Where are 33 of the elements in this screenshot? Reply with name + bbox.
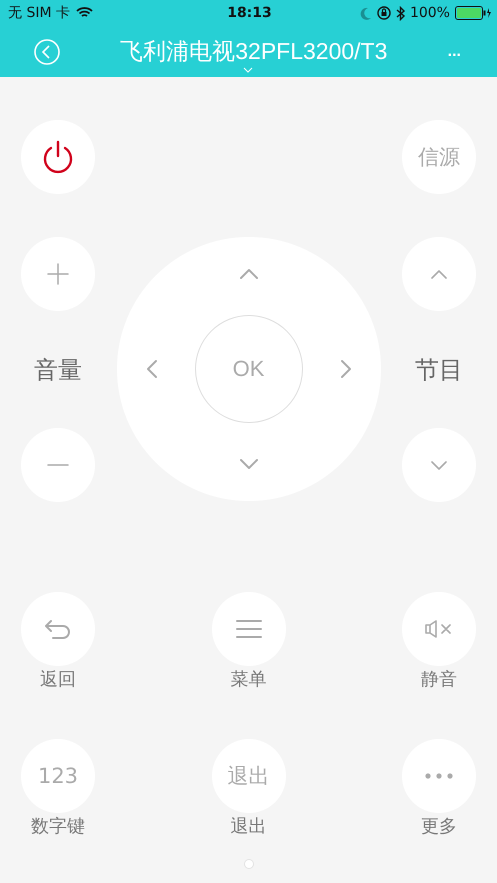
bluetooth-icon [396,6,405,20]
ok-button[interactable]: OK [194,315,302,423]
button-label: 返回 [40,668,76,691]
return-icon [43,618,73,640]
chevron-icon [431,270,447,278]
mute-icon [424,619,454,639]
wifi-icon [76,7,93,19]
button-label: 退出 [230,815,266,838]
battery-icon [454,6,491,20]
chevron-icon [431,460,447,470]
button-label: 更多 [421,815,457,838]
battery-text: 100% [410,5,450,21]
button-label: 静音 [421,668,457,691]
channel-label: 节目 [415,354,463,386]
back-button[interactable] [34,38,60,64]
page-dot[interactable] [244,860,252,868]
device-title: 飞利浦电视32PFL3200/T3 [120,37,388,66]
plus-icon [47,263,69,285]
button-label: 菜单 [230,668,266,691]
remote-button[interactable]: 123 [21,739,95,813]
more-menu-button[interactable]: ... [448,42,461,60]
carrier-text: 无 SIM 卡 [8,4,70,22]
menu-icon [236,619,262,639]
source-button[interactable]: 信源 [402,120,476,194]
button-label: 数字键 [31,815,85,838]
minus-icon [47,463,69,467]
moon-icon [360,6,372,20]
expand-chevron-icon [243,67,253,73]
more-icon [425,773,453,779]
remote-button[interactable]: 退出 [212,739,286,813]
rotation-lock-icon [376,6,391,20]
clock-text: 18:13 [227,5,272,21]
volume-label: 音量 [34,354,82,386]
